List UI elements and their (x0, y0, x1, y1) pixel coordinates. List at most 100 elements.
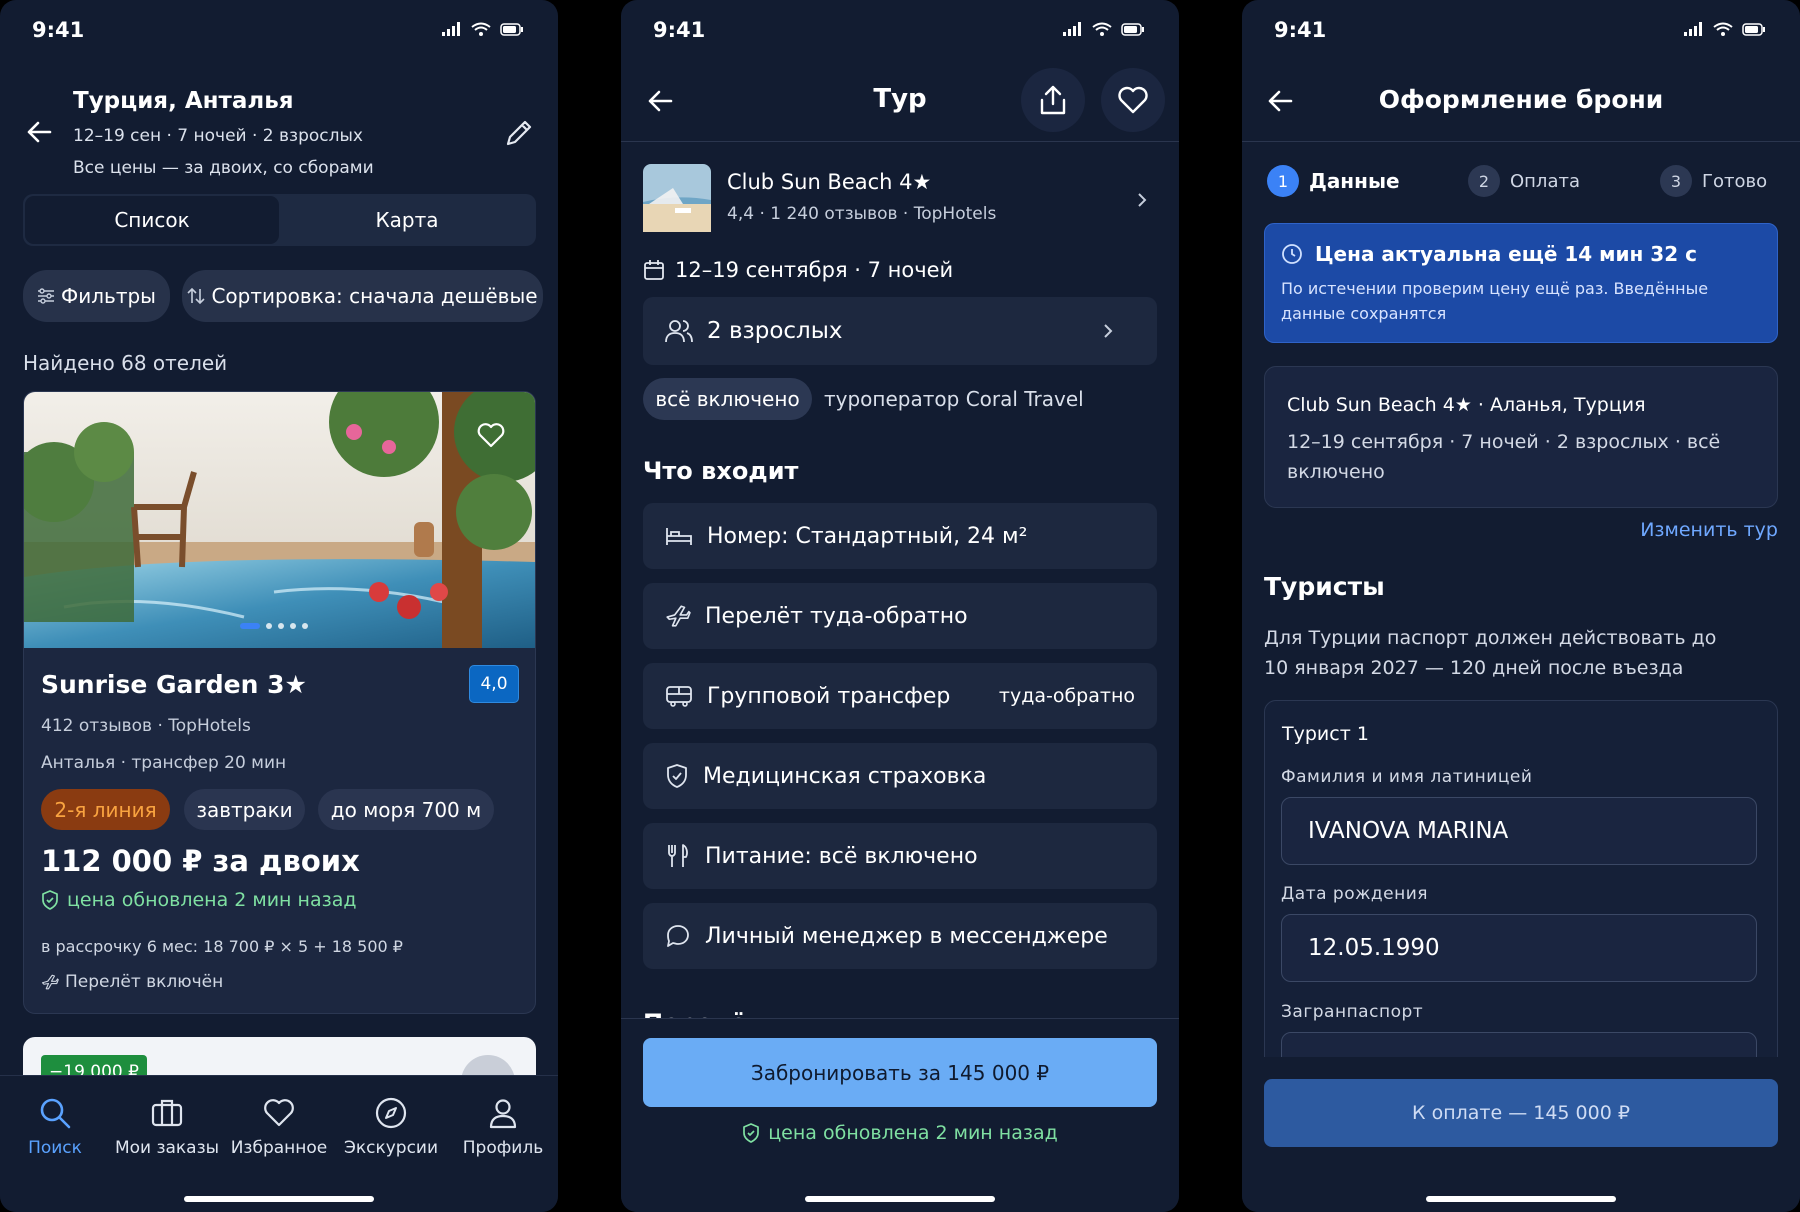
nav-search-label: Поиск (28, 1138, 82, 1158)
includes-heading: Что входит (643, 457, 799, 485)
view-toggle: Список Карта (23, 194, 536, 246)
nav-profile-label: Профиль (462, 1138, 544, 1158)
battery-icon (1742, 22, 1765, 36)
status-time: 9:41 (1274, 18, 1327, 42)
favorite-button[interactable] (1101, 68, 1165, 132)
price-updated-label: цена обновлена 2 мин назад (768, 1122, 1058, 1144)
tourist-label: Турист 1 (1282, 723, 1369, 745)
page-title: Оформление брони (1378, 85, 1664, 114)
sort-arrows-icon (187, 287, 206, 305)
edit-pencil-icon[interactable] (503, 117, 535, 149)
filters-label: Фильтры (61, 284, 156, 308)
search-results-screen: 9:41 Турция, Анталья 12–19 сен · 7 ночей… (0, 0, 558, 1212)
wifi-icon (1092, 22, 1112, 36)
step-done-label: Готово (1702, 170, 1768, 192)
step-number-2: 2 (1468, 165, 1500, 197)
home-indicator (805, 1196, 995, 1202)
include-manager: Личный менеджер в мессенджере (643, 903, 1157, 969)
hotel-price: 112 000 ₽ за двоих (41, 844, 360, 878)
guests-label: 2 взрослых (707, 318, 843, 344)
heart-icon (1118, 86, 1148, 114)
tourists-heading: Туристы (1264, 572, 1385, 601)
plane-icon (41, 974, 59, 990)
nav-favorites[interactable]: Избранное (224, 1096, 334, 1158)
search-subtitle: 12–19 сен · 7 ночей · 2 взрослых (73, 126, 363, 146)
include-room-label: Номер: Стандартный, 24 м² (707, 523, 1028, 549)
hotel-location: Анталья · трансфер 20 мин (41, 753, 287, 773)
hotel-reviews: 412 отзывов · TopHotels (41, 716, 251, 736)
sort-label: Сортировка: сначала дешёвые (211, 284, 538, 308)
nav-orders-label: Мои заказы (114, 1138, 220, 1158)
tour-dates: 12–19 сентября · 7 ночей (643, 258, 953, 282)
tag-line: 2-я линия (41, 789, 170, 830)
signal-icon (1684, 22, 1702, 36)
booking-footer: Забронировать за 145 000 ₽ цена обновлен… (621, 1018, 1179, 1212)
pay-button[interactable]: К оплате — 145 000 ₽ (1264, 1079, 1778, 1147)
shield-check-icon (743, 1123, 760, 1143)
include-transfer-extra: туда-обратно (998, 685, 1135, 707)
chat-icon (667, 925, 689, 947)
nav-search[interactable]: Поиск (0, 1096, 110, 1158)
tab-list[interactable]: Список (25, 196, 279, 244)
compass-icon (375, 1097, 407, 1129)
filters-button[interactable]: Фильтры (23, 270, 170, 322)
results-count: Найдено 68 отелей (23, 351, 228, 375)
header-divider (1242, 141, 1800, 142)
tab-map[interactable]: Карта (280, 196, 534, 244)
hotel-name[interactable]: Sunrise Garden 3★ (41, 670, 307, 699)
tour-dates-label: 12–19 сентября · 7 ночей (675, 258, 954, 282)
timer-title-label: Цена актуальна ещё 14 мин 32 с (1315, 242, 1697, 266)
tour-details-screen: 9:41 Тур Club Sun Beach 4★ 4,4 · 1 240 о… (621, 0, 1179, 1212)
name-field-label: Фамилия и имя латиницей (1281, 767, 1533, 787)
include-manager-label: Личный менеджер в мессенджере (705, 923, 1108, 949)
price-timer-banner: Цена актуальна ещё 14 мин 32 с По истече… (1264, 223, 1778, 343)
nav-orders[interactable]: Мои заказы (112, 1096, 222, 1158)
page-title: Тур (873, 84, 927, 114)
include-insurance-label: Медицинская страховка (703, 763, 987, 789)
step-payment-label: Оплата (1510, 170, 1580, 192)
sort-button[interactable]: Сортировка: сначала дешёвые (182, 270, 543, 322)
battery-icon (500, 22, 523, 36)
briefcase-icon (151, 1099, 183, 1127)
dob-input[interactable]: 12.05.1990 (1281, 914, 1757, 982)
price-updated-label: цена обновлена 2 мин назад (67, 889, 357, 911)
heart-icon (264, 1099, 294, 1127)
hotel-meta: 4,4 · 1 240 отзывов · TopHotels (727, 204, 997, 224)
passport-requirement: Для Турции паспорт должен действовать до… (1264, 627, 1717, 679)
bed-icon (666, 528, 692, 545)
booking-checkout-screen: 9:41 Оформление брони 1 Данные 2 Оплата … (1242, 0, 1800, 1212)
change-tour-link[interactable]: Изменить тур (1640, 519, 1778, 541)
nav-excursions[interactable]: Экскурсии (336, 1096, 446, 1158)
include-transfer: Групповой трансфер туда-обратно (643, 663, 1157, 729)
share-icon (1040, 85, 1066, 115)
share-button[interactable] (1021, 68, 1085, 132)
summary-text: 12–19 сентября · 7 ночей · 2 взрослых · … (1287, 431, 1721, 483)
signal-icon (1063, 22, 1081, 36)
step-data: 1 Данные (1267, 165, 1400, 197)
hotel-thumbnail (643, 164, 711, 232)
include-transfer-label: Групповой трансфер (707, 683, 951, 709)
hotel-photo-image (24, 392, 535, 648)
calendar-icon (644, 260, 664, 280)
chevron-right-icon (1138, 193, 1147, 207)
timer-text: По истечении проверим цену ещё раз. Введ… (1281, 279, 1709, 323)
favorite-heart-icon[interactable] (477, 422, 505, 448)
photo-pager-dots (240, 623, 308, 629)
passport-field-label: Загранпаспорт (1281, 1002, 1424, 1022)
back-arrow-icon[interactable] (26, 120, 52, 144)
shield-check-icon (42, 890, 58, 910)
hotel-card[interactable]: Sunrise Garden 3★ 4,0 412 отзывов · TopH… (23, 391, 536, 1014)
book-button[interactable]: Забронировать за 145 000 ₽ (643, 1038, 1157, 1107)
nav-profile[interactable]: Профиль (448, 1096, 558, 1158)
people-icon (665, 320, 693, 343)
chevron-right-icon (1104, 324, 1113, 338)
step-data-label: Данные (1309, 169, 1400, 193)
bus-icon (666, 686, 692, 707)
rating-badge: 4,0 (469, 665, 519, 703)
hotel-photo[interactable] (24, 392, 535, 648)
guests-selector[interactable]: 2 взрослых (643, 297, 1157, 365)
name-input[interactable]: IVANOVA MARINA (1281, 797, 1757, 865)
flight-included-label: Перелёт включён (65, 972, 224, 992)
hotel-summary-row[interactable]: Club Sun Beach 4★ 4,4 · 1 240 отзывов · … (643, 164, 1157, 236)
home-indicator (1426, 1196, 1616, 1202)
